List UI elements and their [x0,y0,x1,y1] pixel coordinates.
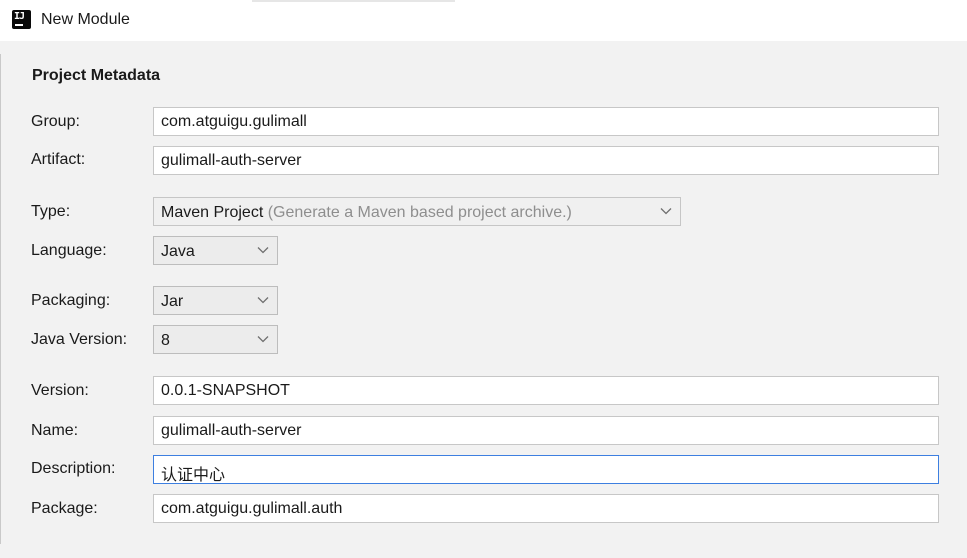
chevron-down-icon [257,297,269,304]
java-version-dropdown[interactable]: 8 [153,325,278,354]
package-label: Package: [31,500,98,517]
description-label: Description: [31,460,116,477]
intellij-idea-icon: IJ [12,10,31,29]
dialog-left-edge [0,54,4,544]
group-label: Group: [31,113,80,130]
window-title: New Module [41,11,130,28]
group-value: com.atguigu.gulimall [161,113,307,130]
name-label: Name: [31,422,79,439]
name-field[interactable]: gulimall-auth-server [153,416,939,445]
version-value: 0.0.1-SNAPSHOT [161,382,290,399]
section-title: Project Metadata [32,67,161,84]
description-field[interactable]: 认证中心 [153,455,939,484]
language-label: Language: [31,242,107,259]
java-version-label: Java Version: [31,331,128,348]
group-field[interactable]: com.atguigu.gulimall [153,107,939,136]
java-version-value: 8 [161,332,170,349]
type-label: Type: [31,203,71,220]
version-field[interactable]: 0.0.1-SNAPSHOT [153,376,939,405]
artifact-value: gulimall-auth-server [161,152,302,169]
type-dropdown[interactable]: Maven Project (Generate a Maven based pr… [153,197,681,226]
chevron-down-icon [660,208,672,215]
artifact-label: Artifact: [31,151,86,168]
language-dropdown[interactable]: Java [153,236,278,265]
version-label: Version: [31,382,89,399]
packaging-label: Packaging: [31,292,111,309]
packaging-dropdown[interactable]: Jar [153,286,278,315]
chevron-down-icon [257,336,269,343]
package-value: com.atguigu.gulimall.auth [161,500,343,517]
description-value: 认证中心 [161,467,226,484]
artifact-field[interactable]: gulimall-auth-server [153,146,939,175]
type-value: Maven Project [161,204,264,221]
type-hint: (Generate a Maven based project archive.… [267,204,572,221]
chevron-down-icon [257,247,269,254]
name-value: gulimall-auth-server [161,422,302,439]
title-divider [252,0,455,2]
package-field[interactable]: com.atguigu.gulimall.auth [153,494,939,523]
title-bar: IJ New Module [0,0,967,41]
language-value: Java [161,243,195,260]
packaging-value: Jar [161,293,184,310]
